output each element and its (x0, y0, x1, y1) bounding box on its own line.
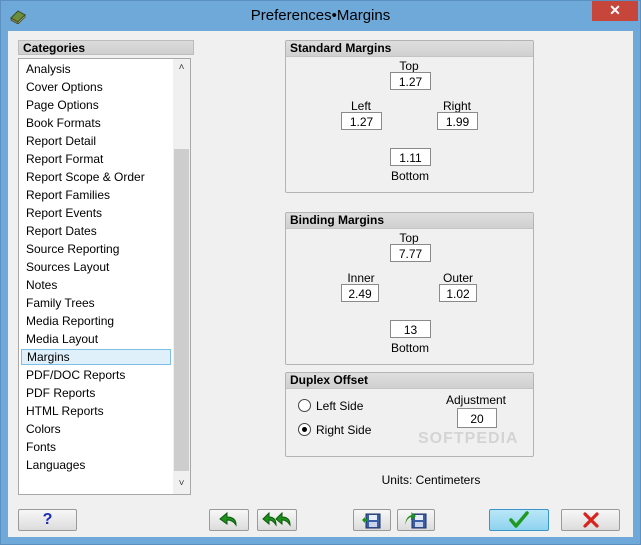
right-side-radio[interactable] (298, 423, 311, 436)
category-item[interactable]: Colors (21, 421, 171, 437)
save-button[interactable] (353, 509, 391, 531)
category-item[interactable]: Report Format (21, 151, 171, 167)
std-bottom-label: Bottom (390, 169, 429, 183)
adjustment-label: Adjustment (445, 393, 507, 407)
adjustment-field[interactable]: 20 (457, 408, 497, 428)
category-item[interactable]: PDF Reports (21, 385, 171, 401)
preferences-window: Preferences•Margins ✕ Categories Analysi… (0, 0, 641, 545)
category-item[interactable]: Report Scope & Order (21, 169, 171, 185)
category-item[interactable]: Notes (21, 277, 171, 293)
categories-list[interactable]: Analysis Cover Options Page Options Book… (18, 58, 191, 495)
title-bar[interactable]: Preferences•Margins ✕ (1, 1, 640, 31)
category-item[interactable]: Report Detail (21, 133, 171, 149)
bind-top-field[interactable]: 7.77 (390, 244, 431, 262)
std-top-label: Top (399, 59, 419, 73)
bind-inner-label: Inner (347, 271, 375, 285)
cancel-button[interactable] (561, 509, 620, 531)
category-item[interactable]: Media Layout (21, 331, 171, 347)
std-bottom-field[interactable]: 1.11 (390, 148, 431, 166)
ok-button[interactable] (489, 509, 549, 531)
category-item[interactable]: Source Reporting (21, 241, 171, 257)
dialog-body: Categories Analysis Cover Options Page O… (8, 31, 633, 537)
category-item-selected[interactable]: Margins (21, 349, 171, 365)
window-title: Preferences•Margins (250, 7, 391, 24)
save-as-floppy-icon (405, 512, 427, 529)
category-item[interactable]: Languages (21, 457, 171, 473)
bind-top-label: Top (399, 231, 419, 245)
units-label: Units: Centimeters (381, 473, 481, 487)
std-top-field[interactable]: 1.27 (390, 72, 431, 90)
undo-all-arrows-icon (262, 512, 291, 527)
category-item[interactable]: Report Families (21, 187, 171, 203)
std-right-field[interactable]: 1.99 (437, 112, 478, 130)
left-side-radio[interactable] (298, 399, 311, 412)
category-item[interactable]: Sources Layout (21, 259, 171, 275)
bind-inner-field[interactable]: 2.49 (341, 284, 379, 302)
bind-bottom-field[interactable]: 13 (390, 320, 431, 338)
categories-header: Categories (18, 40, 194, 55)
bind-outer-label: Outer (442, 271, 473, 285)
close-button[interactable]: ✕ (592, 1, 638, 21)
duplex-offset-title: Duplex Offset (286, 373, 533, 389)
category-item[interactable]: Family Trees (21, 295, 171, 311)
category-item[interactable]: HTML Reports (21, 403, 171, 419)
x-mark-icon (582, 512, 599, 528)
save-floppy-icon (362, 513, 381, 529)
std-right-label: Right (442, 99, 471, 113)
standard-margins-group: Standard Margins Top 1.27 Left 1.27 Righ… (285, 40, 534, 193)
scroll-down-icon[interactable]: ˅ (173, 475, 190, 492)
category-item[interactable]: Page Options (21, 97, 171, 113)
help-button[interactable]: ? (18, 509, 77, 531)
bind-bottom-label: Bottom (390, 341, 429, 355)
right-side-label[interactable]: Right Side (316, 423, 371, 437)
bind-outer-field[interactable]: 1.02 (439, 284, 477, 302)
save-as-button[interactable] (397, 509, 435, 531)
check-mark-icon (509, 511, 529, 528)
binding-margins-group: Binding Margins Top 7.77 Inner 2.49 Oute… (285, 212, 534, 365)
category-item[interactable]: Cover Options (21, 79, 171, 95)
scroll-thumb[interactable] (174, 149, 189, 471)
left-side-label[interactable]: Left Side (316, 399, 363, 413)
category-item[interactable]: PDF/DOC Reports (21, 367, 171, 383)
category-item[interactable]: Media Reporting (21, 313, 171, 329)
undo-button[interactable] (209, 509, 249, 531)
binding-margins-title: Binding Margins (286, 213, 533, 229)
undo-arrow-icon (219, 512, 237, 527)
category-item[interactable]: Analysis (21, 61, 171, 77)
category-item[interactable]: Book Formats (21, 115, 171, 131)
std-left-field[interactable]: 1.27 (341, 112, 382, 130)
standard-margins-title: Standard Margins (286, 41, 533, 57)
categories-scrollbar[interactable]: ˄ ˅ (173, 59, 190, 494)
category-item[interactable]: Report Dates (21, 223, 171, 239)
undo-all-button[interactable] (257, 509, 297, 531)
scroll-up-icon[interactable]: ˄ (173, 59, 190, 76)
std-left-label: Left (350, 99, 371, 113)
watermark-text: SOFTPEDIA (418, 430, 519, 447)
category-item[interactable]: Fonts (21, 439, 171, 455)
category-item[interactable]: Report Events (21, 205, 171, 221)
